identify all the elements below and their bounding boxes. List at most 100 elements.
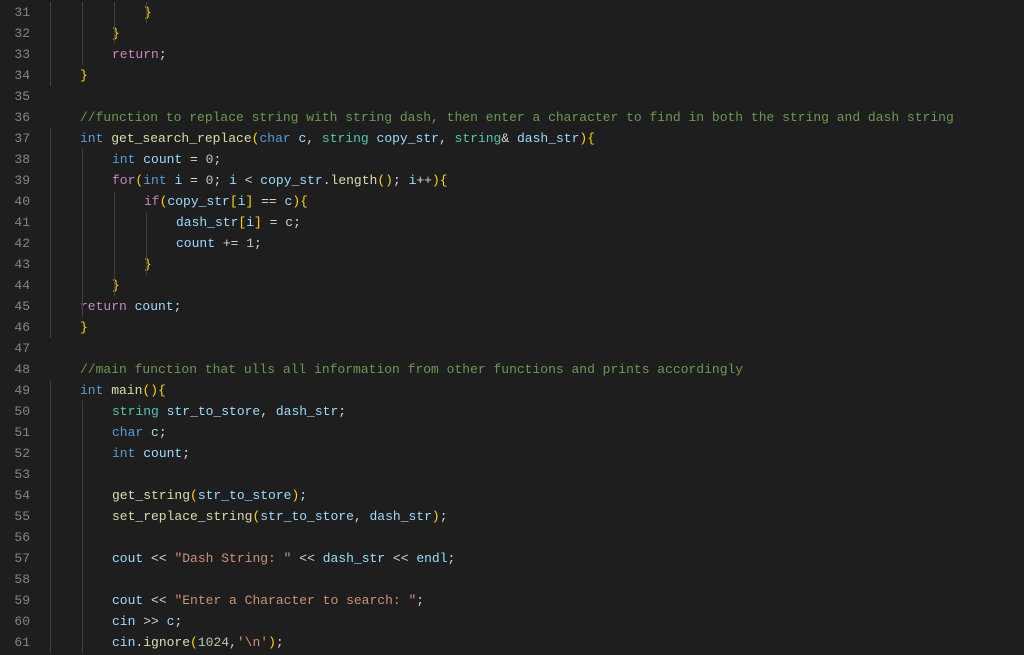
token-brace: { xyxy=(587,131,595,146)
token-brace: ( xyxy=(190,488,198,503)
token-type: int xyxy=(112,446,143,461)
code-line[interactable]: cin.ignore(1024,'\n'); xyxy=(48,632,1024,653)
indent-guide xyxy=(50,233,51,254)
token-var: cin xyxy=(112,635,135,650)
code-line[interactable]: set_replace_string(str_to_store, dash_st… xyxy=(48,506,1024,527)
token-op: << xyxy=(291,551,322,566)
token-var: c xyxy=(285,215,293,230)
token-func: length xyxy=(331,173,378,188)
token-brace: { xyxy=(440,173,448,188)
code-line[interactable] xyxy=(48,338,1024,359)
code-line[interactable]: cin >> c; xyxy=(48,611,1024,632)
token-punct: ; xyxy=(159,425,167,440)
code-line[interactable]: } xyxy=(48,317,1024,338)
code-line[interactable] xyxy=(48,527,1024,548)
indent-guide xyxy=(50,170,51,191)
token-var: i xyxy=(246,215,254,230)
indent-guide xyxy=(114,23,115,44)
code-line[interactable]: dash_str[i] = c; xyxy=(48,212,1024,233)
token-type: int xyxy=(80,131,111,146)
indent-guide xyxy=(82,632,83,653)
indent-guide xyxy=(82,569,83,590)
indent-guide xyxy=(82,149,83,170)
code-line[interactable] xyxy=(48,86,1024,107)
code-line[interactable]: //function to replace string with string… xyxy=(48,107,1024,128)
code-line[interactable]: } xyxy=(48,275,1024,296)
code-content-area[interactable]: }}return;}//function to replace string w… xyxy=(46,2,1024,655)
line-number: 50 xyxy=(10,401,30,422)
indent-guide xyxy=(82,191,83,212)
line-number: 48 xyxy=(10,359,30,380)
code-line[interactable]: string str_to_store, dash_str; xyxy=(48,401,1024,422)
token-var: dash_str xyxy=(276,404,338,419)
line-number: 49 xyxy=(10,380,30,401)
token-var: cout xyxy=(112,593,143,608)
code-line[interactable]: for(int i = 0; i < copy_str.length(); i+… xyxy=(48,170,1024,191)
token-op: < xyxy=(237,173,260,188)
indent-guide xyxy=(82,527,83,548)
indent-guide xyxy=(82,548,83,569)
token-punct: & xyxy=(501,131,517,146)
token-control: for xyxy=(112,173,135,188)
indent-guide xyxy=(50,485,51,506)
code-line[interactable]: int count; xyxy=(48,443,1024,464)
token-control: return xyxy=(80,299,135,314)
code-line[interactable]: //main function that ulls all informatio… xyxy=(48,359,1024,380)
code-line[interactable] xyxy=(48,464,1024,485)
indent-guide xyxy=(82,296,83,317)
token-comment: //main function that ulls all informatio… xyxy=(80,362,743,377)
line-number: 59 xyxy=(10,590,30,611)
indent-guide xyxy=(82,590,83,611)
token-punct: ; xyxy=(182,446,190,461)
token-type: int xyxy=(143,173,174,188)
line-number: 38 xyxy=(10,149,30,170)
token-number: 1 xyxy=(246,236,254,251)
indent-guide xyxy=(50,506,51,527)
code-line[interactable] xyxy=(48,569,1024,590)
line-number: 51 xyxy=(10,422,30,443)
code-line[interactable]: return count; xyxy=(48,296,1024,317)
code-editor[interactable]: 3132333435363738394041424344454647484950… xyxy=(0,0,1024,655)
indent-guide xyxy=(50,590,51,611)
code-line[interactable]: if(copy_str[i] == c){ xyxy=(48,191,1024,212)
token-brace: } xyxy=(80,68,88,83)
token-type: char xyxy=(259,131,298,146)
line-number: 47 xyxy=(10,338,30,359)
indent-guide xyxy=(82,170,83,191)
indent-guide xyxy=(50,254,51,275)
token-var: str_to_store xyxy=(198,488,292,503)
indent-guide xyxy=(82,275,83,296)
token-op: << xyxy=(143,593,174,608)
code-line[interactable]: get_string(str_to_store); xyxy=(48,485,1024,506)
token-punct: , xyxy=(439,131,455,146)
token-var: cin xyxy=(112,614,135,629)
indent-guide xyxy=(50,527,51,548)
code-line[interactable]: char c; xyxy=(48,422,1024,443)
indent-guide xyxy=(82,233,83,254)
token-brace: { xyxy=(300,194,308,209)
code-line[interactable]: int count = 0; xyxy=(48,149,1024,170)
token-punct: ; xyxy=(448,551,456,566)
code-line[interactable]: count += 1; xyxy=(48,233,1024,254)
token-brace: ) xyxy=(432,509,440,524)
token-punct: ; xyxy=(293,215,301,230)
code-line[interactable]: } xyxy=(48,23,1024,44)
indent-guide xyxy=(146,212,147,233)
code-line[interactable]: int get_search_replace(char c, string co… xyxy=(48,128,1024,149)
code-line[interactable]: int main(){ xyxy=(48,380,1024,401)
indent-guide xyxy=(82,422,83,443)
indent-guide xyxy=(82,212,83,233)
token-op: ++ xyxy=(416,173,432,188)
indent-guide xyxy=(50,548,51,569)
indent-guide xyxy=(50,401,51,422)
token-control: if xyxy=(144,194,160,209)
code-line[interactable]: cout << "Enter a Character to search: "; xyxy=(48,590,1024,611)
indent-guide xyxy=(82,23,83,44)
token-func: get_string xyxy=(112,488,190,503)
code-line[interactable]: } xyxy=(48,65,1024,86)
code-line[interactable]: return; xyxy=(48,44,1024,65)
token-var: endl xyxy=(416,551,447,566)
code-line[interactable]: } xyxy=(48,2,1024,23)
code-line[interactable]: cout << "Dash String: " << dash_str << e… xyxy=(48,548,1024,569)
code-line[interactable]: } xyxy=(48,254,1024,275)
